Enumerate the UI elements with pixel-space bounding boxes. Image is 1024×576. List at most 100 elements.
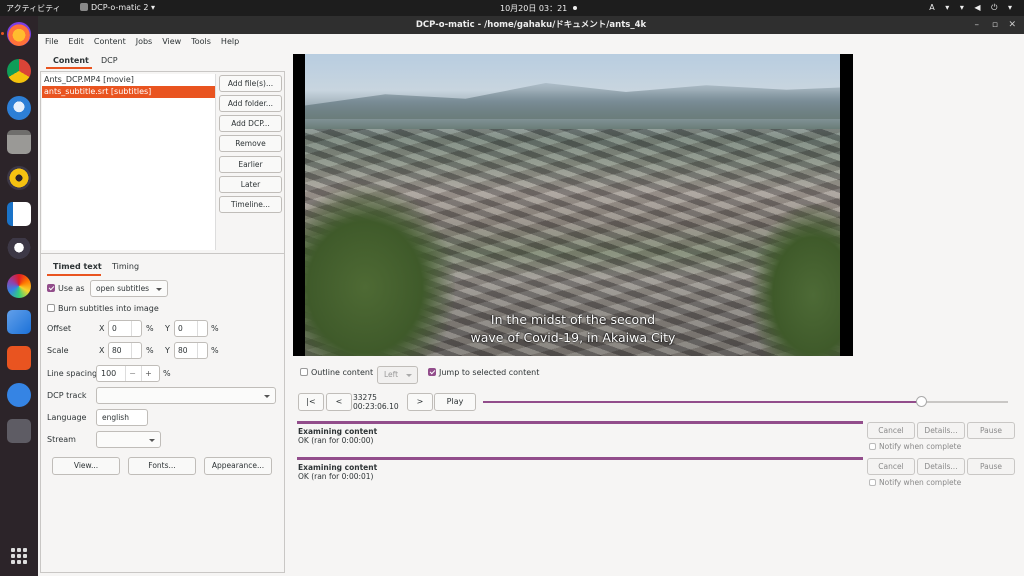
frame-number: 33275	[353, 393, 377, 402]
timeline-button[interactable]: Timeline...	[219, 196, 282, 213]
offset-x-percent: %	[146, 324, 154, 333]
step-back-button[interactable]: <	[326, 393, 352, 411]
scale-x-percent: %	[146, 346, 154, 355]
close-icon[interactable]: ✕	[1008, 16, 1016, 34]
tab-content[interactable]: Content	[53, 56, 89, 65]
show-apps-icon[interactable]	[11, 548, 27, 564]
offset-y-label: Y	[165, 324, 170, 333]
offset-y-field[interactable]: 0	[174, 320, 208, 337]
stream-label: Stream	[47, 435, 76, 444]
decrement-icon[interactable]: −	[125, 366, 139, 381]
tab-dcp[interactable]: DCP	[101, 56, 118, 65]
tab-timing[interactable]: Timing	[112, 262, 139, 271]
dcp-track-label: DCP track	[47, 391, 87, 400]
outline-content-checkbox[interactable]	[300, 368, 308, 376]
add-folder-button[interactable]: Add folder...	[219, 95, 282, 112]
cancel-button[interactable]: Cancel	[867, 422, 915, 439]
view-button[interactable]: View...	[52, 457, 120, 475]
dcp-track-dropdown[interactable]	[96, 387, 276, 404]
scale-x-value: 80	[112, 346, 122, 355]
video-viewer[interactable]: In the midst of the second wave of Covid…	[293, 54, 853, 356]
inkscape-icon[interactable]	[7, 238, 31, 262]
stream-dropdown[interactable]	[96, 431, 161, 448]
maximize-icon[interactable]: ▫	[992, 16, 998, 34]
spinner-icon	[197, 343, 205, 358]
spinner-icon	[197, 321, 205, 336]
step-forward-button[interactable]: >	[407, 393, 433, 411]
burn-subtitles-checkbox[interactable]	[47, 304, 55, 312]
clock[interactable]: 10月20日 03：21	[500, 3, 578, 14]
app-menu-label: DCP-o-matic 2 ▾	[91, 3, 156, 12]
offset-x-value: 0	[112, 324, 117, 333]
earlier-button[interactable]: Earlier	[219, 156, 282, 173]
app-menu[interactable]: DCP-o-matic 2 ▾	[80, 3, 155, 12]
menu-tools[interactable]: Tools	[188, 34, 214, 49]
window-title: DCP-o-matic - /home/gahaku/ドキュメント/ants_4…	[415, 20, 647, 30]
eye-dropdown[interactable]: Left	[377, 366, 418, 384]
add-files-button[interactable]: Add file(s)...	[219, 75, 282, 92]
thunderbird-icon[interactable]	[7, 96, 31, 120]
increment-icon[interactable]: +	[141, 366, 155, 381]
position-slider[interactable]	[483, 396, 1008, 407]
list-item[interactable]: Ants_DCP.MP4 [movie]	[42, 74, 216, 86]
job-progress-bar	[297, 421, 863, 424]
details-button[interactable]: Details...	[917, 458, 965, 475]
use-as-row: Use as	[47, 284, 85, 293]
menu-jobs[interactable]: Jobs	[133, 34, 156, 49]
active-tab-indicator	[46, 67, 92, 69]
scale-y-field[interactable]: 80	[174, 342, 208, 359]
chrome-icon[interactable]	[7, 59, 31, 83]
menu-help[interactable]: Help	[218, 34, 242, 49]
rhythmbox-icon[interactable]	[7, 166, 31, 190]
writer-icon[interactable]	[7, 202, 31, 226]
content-panel: Content DCP Ants_DCP.MP4 [movie] ants_su…	[40, 51, 285, 573]
language-field[interactable]: english	[96, 409, 148, 426]
notification-dot-icon	[573, 6, 578, 10]
later-button[interactable]: Later	[219, 176, 282, 193]
usb-icon[interactable]	[7, 419, 31, 443]
content-file-list[interactable]: Ants_DCP.MP4 [movie] ants_subtitle.srt […	[42, 74, 216, 250]
go-to-start-button[interactable]: |<	[298, 393, 324, 411]
pause-button[interactable]: Pause	[967, 422, 1015, 439]
system-indicators[interactable]: A ▾ ▾ ◀ ⏻ ▾	[929, 3, 1016, 13]
color-wheel-icon[interactable]	[7, 274, 31, 298]
notify-row: Notify when complete	[869, 478, 961, 487]
play-button[interactable]: Play	[434, 393, 476, 411]
software-icon[interactable]	[7, 346, 31, 370]
menu-file[interactable]: File	[42, 34, 61, 49]
remove-button[interactable]: Remove	[219, 135, 282, 152]
list-item-selected[interactable]: ants_subtitle.srt [subtitles]	[42, 86, 216, 98]
menu-content[interactable]: Content	[91, 34, 129, 49]
use-as-dropdown[interactable]: open subtitles	[90, 280, 168, 297]
tab-timed-text[interactable]: Timed text	[53, 262, 102, 271]
slider-handle[interactable]	[916, 396, 927, 407]
appearance-button[interactable]: Appearance...	[204, 457, 272, 475]
use-as-checkbox[interactable]	[47, 284, 55, 292]
menu-edit[interactable]: Edit	[65, 34, 87, 49]
chevron-down-icon	[149, 439, 155, 442]
minimize-icon[interactable]: –	[975, 16, 980, 34]
line-spacing-field[interactable]: 100 − +	[96, 365, 160, 382]
activities-button[interactable]: アクティビティ	[6, 3, 61, 14]
files-icon[interactable]	[7, 130, 31, 154]
jump-to-selected-checkbox[interactable]	[428, 368, 436, 376]
help-icon[interactable]	[7, 383, 31, 407]
notify-checkbox[interactable]	[869, 479, 876, 486]
video-frame	[305, 54, 840, 356]
details-button[interactable]: Details...	[917, 422, 965, 439]
subtitle-line-1: In the midst of the second	[490, 312, 656, 327]
notify-checkbox[interactable]	[869, 443, 876, 450]
pause-button[interactable]: Pause	[967, 458, 1015, 475]
dock	[0, 16, 38, 576]
add-dcp-button[interactable]: Add DCP...	[219, 115, 282, 132]
menu-view[interactable]: View	[159, 34, 184, 49]
offset-x-field[interactable]: 0	[108, 320, 142, 337]
chevron-down-icon	[406, 374, 412, 377]
app-y-icon[interactable]	[7, 310, 31, 334]
fonts-button[interactable]: Fonts...	[128, 457, 196, 475]
scale-x-field[interactable]: 80	[108, 342, 142, 359]
firefox-icon[interactable]	[1, 22, 31, 46]
jump-to-selected-label: Jump to selected content	[439, 368, 540, 377]
scale-y-label: Y	[165, 346, 170, 355]
cancel-button[interactable]: Cancel	[867, 458, 915, 475]
